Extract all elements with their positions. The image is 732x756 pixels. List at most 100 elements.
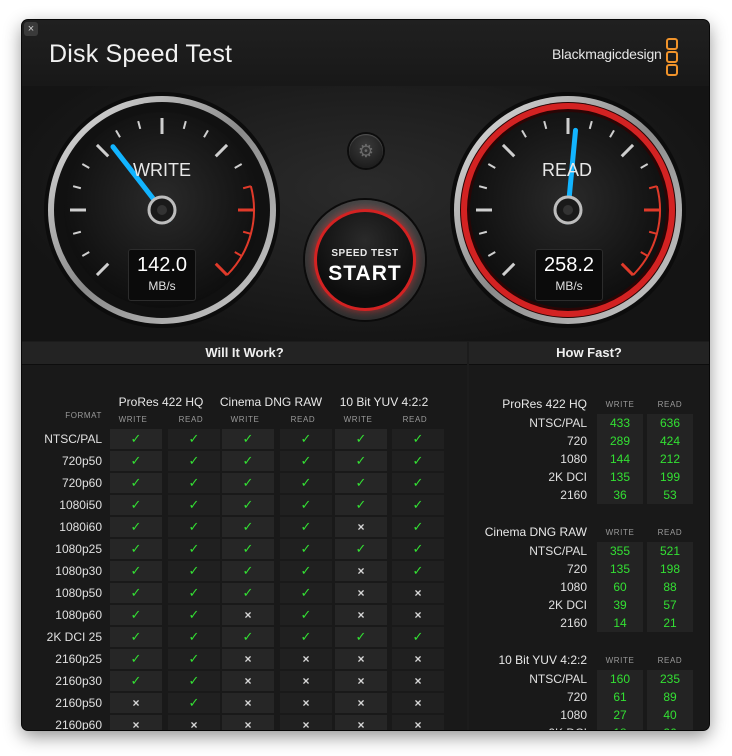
table-row: NTSC/PAL 160 235 bbox=[469, 670, 709, 688]
check-icon: ✓ bbox=[280, 605, 332, 625]
write-fps-value: 135 bbox=[597, 560, 643, 578]
read-fps-value: 40 bbox=[647, 706, 693, 724]
cross-icon: × bbox=[335, 517, 387, 537]
write-speed-value: 142.0 bbox=[136, 254, 188, 276]
write-fps-value: 144 bbox=[597, 450, 643, 468]
resolution-label: 2160 bbox=[560, 616, 587, 630]
table-row: 2160 14 21 bbox=[469, 614, 709, 632]
table-row: 720 135 198 bbox=[469, 560, 709, 578]
settings-button[interactable]: ⚙ bbox=[349, 134, 383, 168]
check-icon: ✓ bbox=[335, 473, 387, 493]
gauge-area: WRITE 142.0 MB/s READ 258.2 MB/s ⚙ SPEED… bbox=[22, 86, 709, 341]
check-icon: ✓ bbox=[168, 649, 220, 669]
check-icon: ✓ bbox=[335, 627, 387, 647]
how-fast-panel: ProRes 422 HQ WRITE READ NTSC/PAL 433 636 720 2… bbox=[469, 365, 709, 730]
write-column-header: WRITE bbox=[118, 415, 148, 424]
check-icon: ✓ bbox=[392, 495, 444, 515]
check-icon: ✓ bbox=[110, 539, 162, 559]
start-button-ring: SPEED TEST START bbox=[314, 209, 416, 311]
check-icon: ✓ bbox=[392, 473, 444, 493]
cross-icon: × bbox=[280, 715, 332, 730]
start-button[interactable]: SPEED TEST START bbox=[305, 200, 425, 320]
read-column-header: READ bbox=[657, 528, 683, 537]
check-icon: ✓ bbox=[335, 539, 387, 559]
check-icon: ✓ bbox=[110, 429, 162, 449]
read-fps-value: 57 bbox=[647, 596, 693, 614]
check-icon: ✓ bbox=[168, 429, 220, 449]
table-row: 2160p30 ✓ ✓ × × × × bbox=[22, 670, 467, 692]
cross-icon: × bbox=[222, 715, 274, 730]
check-icon: ✓ bbox=[392, 627, 444, 647]
read-fps-value: 424 bbox=[647, 432, 693, 450]
cross-icon: × bbox=[392, 715, 444, 730]
cross-icon: × bbox=[392, 605, 444, 625]
check-icon: ✓ bbox=[110, 583, 162, 603]
check-icon: ✓ bbox=[280, 627, 332, 647]
cross-icon: × bbox=[110, 715, 162, 730]
check-icon: ✓ bbox=[392, 451, 444, 471]
table-row: 1080 144 212 bbox=[469, 450, 709, 468]
table-row: NTSC/PAL 433 636 bbox=[469, 414, 709, 432]
read-fps-value: 26 bbox=[647, 724, 693, 730]
cross-icon: × bbox=[392, 583, 444, 603]
check-icon: ✓ bbox=[222, 627, 274, 647]
check-icon: ✓ bbox=[110, 517, 162, 537]
table-row: 2K DCI 39 57 bbox=[469, 596, 709, 614]
table-row: 1080i50 ✓ ✓ ✓ ✓ ✓ ✓ bbox=[22, 494, 467, 516]
cross-icon: × bbox=[335, 715, 387, 730]
read-fps-value: 89 bbox=[647, 688, 693, 706]
check-icon: ✓ bbox=[392, 429, 444, 449]
codec-group-title: Cinema DNG RAW bbox=[484, 525, 587, 539]
format-label: 1080p50 bbox=[55, 586, 102, 600]
cross-icon: × bbox=[335, 583, 387, 603]
table-row: 720p50 ✓ ✓ ✓ ✓ ✓ ✓ bbox=[22, 450, 467, 472]
cross-icon: × bbox=[392, 671, 444, 691]
check-icon: ✓ bbox=[280, 517, 332, 537]
cross-icon: × bbox=[222, 649, 274, 669]
check-icon: ✓ bbox=[222, 517, 274, 537]
table-row: NTSC/PAL ✓ ✓ ✓ ✓ ✓ ✓ bbox=[22, 428, 467, 450]
app-window: × Disk Speed Test Blackmagicdesign WRITE… bbox=[22, 20, 709, 730]
check-icon: ✓ bbox=[280, 429, 332, 449]
check-icon: ✓ bbox=[392, 561, 444, 581]
read-fps-value: 235 bbox=[647, 670, 693, 688]
check-icon: ✓ bbox=[168, 583, 220, 603]
table-row: 2160p50 × ✓ × × × × bbox=[22, 692, 467, 714]
read-gauge-label: READ bbox=[541, 160, 592, 180]
write-fps-value: 39 bbox=[597, 596, 643, 614]
check-icon: ✓ bbox=[280, 539, 332, 559]
check-icon: ✓ bbox=[110, 627, 162, 647]
cross-icon: × bbox=[222, 693, 274, 713]
read-speed-value: 258.2 bbox=[543, 254, 595, 276]
codec-header: ProRes 422 HQ bbox=[118, 395, 204, 409]
write-fps-value: 36 bbox=[597, 486, 643, 504]
write-column-header: WRITE bbox=[605, 656, 635, 665]
check-icon: ✓ bbox=[392, 539, 444, 559]
read-fps-value: 636 bbox=[647, 414, 693, 432]
close-button[interactable]: × bbox=[24, 22, 38, 36]
resolution-label: 2K DCI bbox=[548, 470, 587, 484]
read-column-header: READ bbox=[657, 400, 683, 409]
check-icon: ✓ bbox=[280, 495, 332, 515]
resolution-label: NTSC/PAL bbox=[529, 416, 587, 430]
table-row: 720 61 89 bbox=[469, 688, 709, 706]
write-fps-value: 61 bbox=[597, 688, 643, 706]
write-fps-value: 14 bbox=[597, 614, 643, 632]
cross-icon: × bbox=[335, 671, 387, 691]
format-header: FORMAT bbox=[65, 411, 102, 420]
format-label: 2160p60 bbox=[55, 718, 102, 730]
format-label: 1080i50 bbox=[59, 498, 102, 512]
write-speed-unit: MB/s bbox=[148, 279, 176, 293]
will-it-work-panel: FORMAT ProRes 422 HQ WRITE READ Cinema DNG … bbox=[22, 365, 467, 730]
read-column-header: READ bbox=[290, 415, 316, 424]
write-readout: 142.0 MB/s bbox=[128, 249, 196, 301]
format-label: 1080p30 bbox=[55, 564, 102, 578]
read-fps-value: 88 bbox=[647, 578, 693, 596]
brand-logo-icon bbox=[666, 38, 678, 77]
codec-header: Cinema DNG RAW bbox=[219, 395, 323, 409]
table-row: 2160 36 53 bbox=[469, 486, 709, 504]
read-fps-value: 199 bbox=[647, 468, 693, 486]
table-row: 2160p60 × × × × × × bbox=[22, 714, 467, 730]
resolution-label: NTSC/PAL bbox=[529, 544, 587, 558]
table-row: 720 289 424 bbox=[469, 432, 709, 450]
